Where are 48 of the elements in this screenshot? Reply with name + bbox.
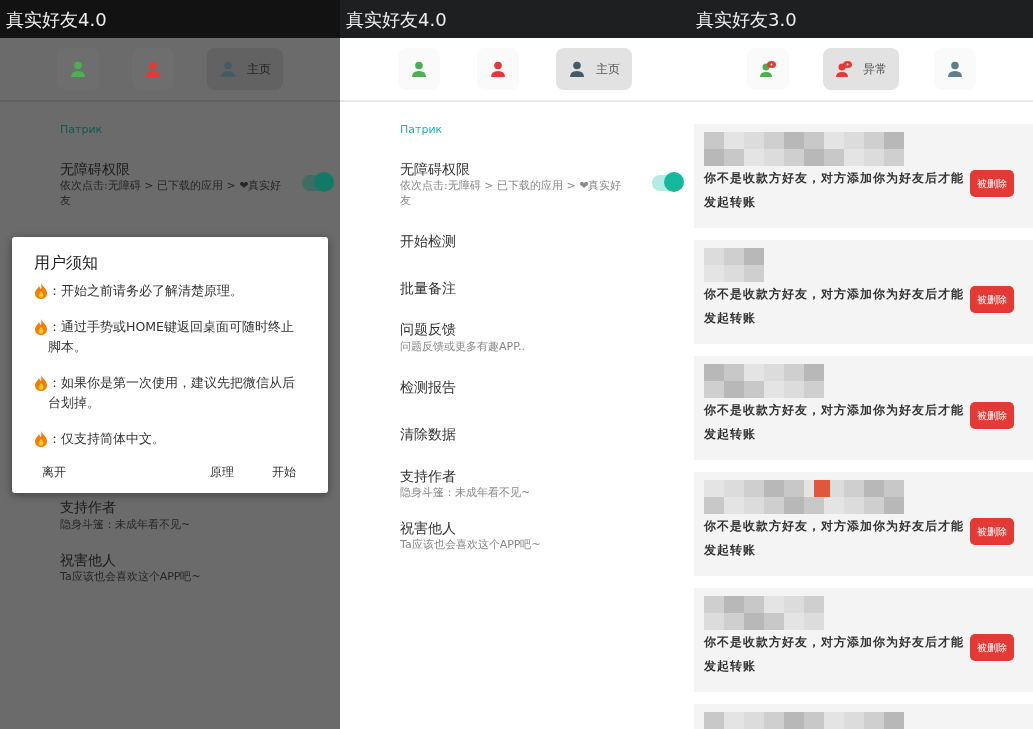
dialog-button[interactable]: 开始 — [264, 463, 304, 481]
dialog-text: ：仅支持简体中文。 — [48, 430, 165, 448]
menu-item-title[interactable]: 清除数据 — [400, 423, 456, 445]
fire-icon — [34, 283, 48, 299]
menu-item-title[interactable]: 检测报告 — [400, 376, 456, 398]
status-badge[interactable]: 被删除 — [970, 286, 1014, 313]
tab[interactable] — [933, 48, 976, 90]
tab[interactable]: 主页 — [555, 48, 632, 90]
dialog-text: ：开始之前请务必了解清楚原理。 — [48, 282, 243, 300]
app-title: 真实好友4.0 — [345, 7, 447, 32]
record-message: 你不是收款方好友，对方添加你为好友后才能发起转账 — [704, 402, 965, 443]
menu-item-subtitle: Ta应该也会喜欢这个APP吧~ — [400, 537, 541, 553]
fire-icon — [34, 319, 48, 335]
record-message: 你不是收款方好友，对方添加你为好友后才能发起转账 — [704, 170, 965, 211]
menu-item-subtitle: 问题反馈或更多有趣APP.. — [400, 339, 526, 355]
dialog-title: 用户须知 — [34, 252, 99, 274]
status-badge[interactable]: 被删除 — [970, 634, 1014, 661]
section-label: Патрик — [60, 122, 104, 138]
dialog-text: ：如果你是第一次使用，建议先把微信从后台划掉。 — [48, 374, 296, 412]
menu-item-subtitle: Ta应该也会喜欢这个APP吧~ — [60, 569, 201, 585]
menu-item-title[interactable]: 问题反馈 — [400, 319, 526, 340]
record-message: 你不是收款方好友，对方添加你为好友后才能发起转账 — [704, 518, 965, 559]
app-title: 真实好友4.0 — [5, 7, 107, 32]
tab[interactable]: 异常 — [823, 48, 900, 90]
dialog-text: ：通过手势或HOME键返回桌面可随时终止脚本。 — [48, 318, 295, 356]
record-message: 你不是收款方好友，对方添加你为好友后才能发起转账 — [704, 634, 965, 675]
menu-item-title[interactable]: 批量备注 — [400, 277, 456, 299]
record-message: 你不是收款方好友，对方添加你为好友后才能发起转账 — [704, 286, 965, 327]
tab[interactable] — [747, 48, 790, 90]
leave-button[interactable]: 离开 — [34, 463, 74, 481]
app-title: 真实好友3.0 — [695, 7, 797, 32]
menu-item-subtitle: 依次点击:无障碍 > 已下载的应用 > ❤真实好友 — [60, 178, 283, 209]
menu-item-subtitle: 依次点击:无障碍 > 已下载的应用 > ❤真实好友 — [400, 178, 623, 209]
menu-item-title[interactable]: 支持作者 — [400, 465, 531, 486]
section-label: Патрик — [400, 122, 444, 138]
status-badge[interactable]: 被删除 — [970, 518, 1014, 545]
status-badge[interactable]: 被删除 — [970, 402, 1014, 429]
fire-icon — [34, 431, 48, 447]
status-badge[interactable]: 被删除 — [970, 170, 1014, 197]
tab[interactable] — [398, 48, 441, 90]
menu-item-title[interactable]: 祝害他人 — [400, 517, 541, 538]
blurred-name — [704, 248, 764, 282]
tab[interactable] — [477, 48, 519, 90]
menu-item-title[interactable]: 开始检测 — [400, 230, 456, 252]
menu-item-subtitle: 隐身斗篷：未成年看不见~ — [400, 485, 531, 501]
menu-item-title[interactable]: 无障碍权限 — [400, 158, 630, 179]
fire-icon — [34, 375, 48, 391]
dialog-button[interactable]: 原理 — [202, 463, 242, 481]
